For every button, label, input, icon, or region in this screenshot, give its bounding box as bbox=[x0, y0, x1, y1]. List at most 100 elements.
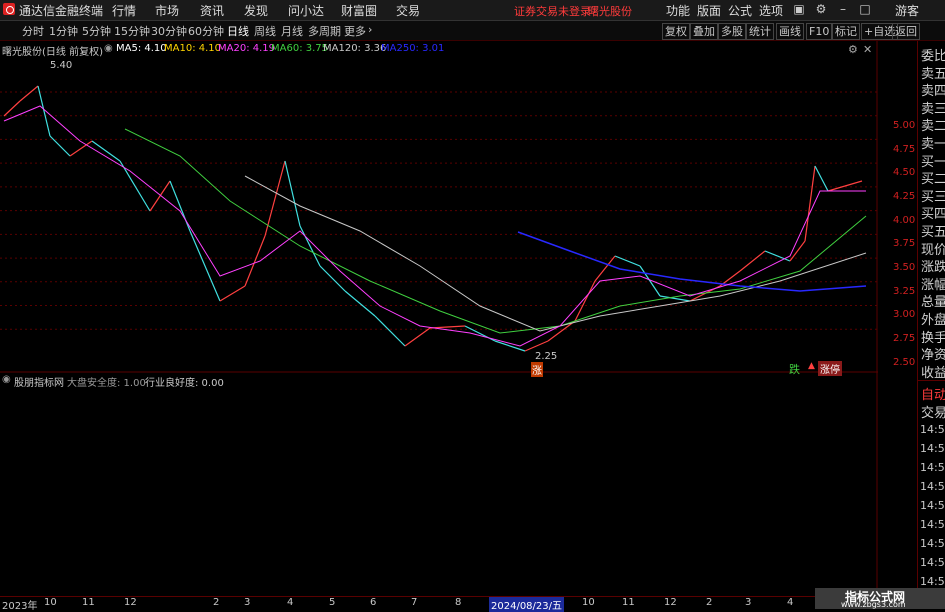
period-1min[interactable]: 1分钟 bbox=[49, 23, 78, 39]
candle-trend-segment bbox=[3, 100, 21, 117]
up-arrow-icon: ▲ bbox=[808, 361, 815, 371]
price-tick: 4.25 bbox=[893, 191, 916, 202]
minimize-icon[interactable]: – bbox=[834, 1, 852, 18]
price-tick: 5.00 bbox=[893, 120, 916, 131]
restore-icon[interactable]: □ bbox=[856, 1, 874, 18]
date-label: 12 bbox=[124, 597, 137, 608]
quote-field-label: 买一 bbox=[921, 154, 945, 170]
period-weekly[interactable]: 周线 bbox=[254, 23, 276, 39]
gear-icon[interactable]: ⚙ bbox=[848, 43, 858, 56]
candle-trend-segment bbox=[19, 85, 39, 102]
collapse-indicator-icon[interactable]: ◉ bbox=[2, 374, 11, 385]
indicator-market-safety: 大盘安全度: 1.00 bbox=[67, 378, 146, 389]
indicator-industry-score: 行业良好度: 0.00 bbox=[145, 378, 224, 389]
quote-field-label: 卖三 bbox=[921, 101, 945, 117]
quote-field-label: 买二 bbox=[921, 172, 945, 188]
candle-trend-segment bbox=[739, 250, 766, 272]
date-label: 4 bbox=[287, 597, 294, 608]
app-logo-icon bbox=[3, 3, 15, 15]
chart-area[interactable]: 曙光股份(日线 前复权) ◉ MA5: 4.10 MA10: 4.10 MA20… bbox=[0, 41, 915, 595]
menu-ask-xiaoda[interactable]: 问小达 bbox=[288, 2, 324, 19]
back-button[interactable]: 返回 bbox=[892, 23, 920, 40]
fall-label: 跌 bbox=[789, 363, 800, 376]
date-label: 2023年 bbox=[2, 601, 38, 612]
draw-line-button[interactable]: 画线 bbox=[776, 23, 804, 40]
current-stock-name[interactable]: 曙光股份 bbox=[588, 3, 632, 19]
crosshair-date-label: 2024/08/23/五 bbox=[489, 597, 565, 612]
chevron-right-icon[interactable]: › bbox=[368, 23, 372, 36]
menu-market-quotes[interactable]: 行情 bbox=[112, 2, 136, 19]
low-mark-badge: 涨 bbox=[531, 362, 543, 377]
period-5min[interactable]: 5分钟 bbox=[82, 23, 111, 39]
quote-field-label: 卖一 bbox=[921, 137, 945, 152]
overlay-button[interactable]: 叠加 bbox=[690, 23, 718, 40]
quote-field-label: 净资 bbox=[921, 348, 945, 364]
multi-stock-button[interactable]: 多股 bbox=[718, 23, 746, 40]
trade-time: 14:56 bbox=[920, 442, 945, 455]
period-30min[interactable]: 30分钟 bbox=[151, 23, 187, 39]
candle-trend-segment bbox=[69, 140, 93, 157]
period-toolbar: 分时 1分钟 5分钟 15分钟 30分钟 60分钟 日线 周线 月线 多周期 更… bbox=[0, 21, 945, 41]
limit-up-badge: 涨停 bbox=[818, 361, 842, 376]
date-label: 3 bbox=[745, 597, 752, 608]
menu-trade[interactable]: 交易 bbox=[396, 2, 420, 19]
quote-field-label: 委比 bbox=[921, 49, 945, 64]
menu-discover[interactable]: 发现 bbox=[244, 2, 268, 19]
quote-field-label: 外盘 bbox=[921, 313, 945, 328]
watermark-badge: 指标公式网 www.zbgs3.com bbox=[815, 588, 945, 609]
candle-trend-segment bbox=[524, 340, 549, 352]
quote-field-label: 买五 bbox=[921, 225, 945, 240]
ma20-label: MA20: 4.19 bbox=[218, 43, 276, 54]
ma20-line bbox=[3, 105, 866, 347]
chart-header: 曙光股份(日线 前复权) bbox=[2, 47, 103, 58]
menu-layout[interactable]: 版面 bbox=[697, 2, 721, 19]
period-more[interactable]: 更多 bbox=[344, 23, 366, 39]
close-icon[interactable]: ✕ bbox=[863, 43, 872, 56]
trade-time: 14:56 bbox=[920, 423, 945, 436]
menu-functions[interactable]: 功能 bbox=[666, 2, 690, 19]
statistics-button[interactable]: 统计 bbox=[746, 23, 774, 40]
period-daily[interactable]: 日线 bbox=[227, 23, 249, 39]
mark-button[interactable]: 标记 bbox=[832, 23, 860, 40]
trade-login-warning[interactable]: 证券交易未登录 bbox=[514, 3, 591, 19]
period-60min[interactable]: 60分钟 bbox=[188, 23, 224, 39]
candle-trend-segment bbox=[319, 265, 346, 292]
candle-trend-segment bbox=[404, 327, 431, 347]
collapse-icon[interactable]: ◉ bbox=[104, 43, 113, 54]
price-tick: 4.75 bbox=[893, 144, 916, 155]
auto-tab[interactable]: 自动 bbox=[921, 384, 945, 403]
menu-news[interactable]: 资讯 bbox=[200, 2, 224, 19]
guest-account[interactable]: 游客 bbox=[895, 2, 919, 19]
candle-trend-segment bbox=[189, 230, 221, 302]
candle-trend-segment bbox=[219, 285, 246, 302]
period-15min[interactable]: 15分钟 bbox=[114, 23, 150, 39]
period-multi[interactable]: 多周期 bbox=[308, 23, 341, 39]
low-price-label: 2.25 bbox=[535, 351, 558, 362]
menu-options[interactable]: 选项 bbox=[759, 2, 783, 19]
trade-tab[interactable]: 交易 bbox=[921, 402, 945, 421]
quote-field-label: 现价 bbox=[921, 242, 945, 258]
quote-field-label: 买三 bbox=[921, 189, 945, 205]
menu-formula[interactable]: 公式 bbox=[728, 2, 752, 19]
candle-trend-segment bbox=[264, 160, 286, 237]
period-intraday[interactable]: 分时 bbox=[22, 23, 44, 39]
quote-field-label: 卖二 bbox=[921, 119, 945, 135]
quote-panel: 委比 卖五 卖四 卖三 卖二 卖一 买一 买二 买三 买四 买五 现价 涨跌 涨幅 总量 外盘 换手 净资 收益 自… bbox=[917, 41, 945, 595]
date-label: 11 bbox=[82, 597, 95, 608]
candle-trend-segment bbox=[594, 255, 616, 282]
f10-button[interactable]: F10 bbox=[806, 23, 833, 40]
menu-market[interactable]: 市场 bbox=[155, 2, 179, 19]
quote-field-label: 涨幅 bbox=[921, 277, 945, 293]
adjust-button[interactable]: 复权 bbox=[662, 23, 690, 40]
period-monthly[interactable]: 月线 bbox=[281, 23, 303, 39]
quote-field-label: 卖四 bbox=[921, 84, 945, 100]
skin-icon[interactable]: ▣ bbox=[790, 1, 808, 18]
date-label: 5 bbox=[329, 597, 336, 608]
settings-icon[interactable]: ⚙ bbox=[812, 1, 830, 18]
quote-field-label: 换手 bbox=[921, 330, 945, 346]
kline-chart[interactable] bbox=[0, 41, 878, 595]
date-label: 11 bbox=[622, 597, 635, 608]
app-title: 通达信金融终端 bbox=[19, 4, 104, 18]
date-label: 4 bbox=[787, 597, 794, 608]
menu-wealth-circle[interactable]: 财富圈 bbox=[341, 2, 377, 19]
